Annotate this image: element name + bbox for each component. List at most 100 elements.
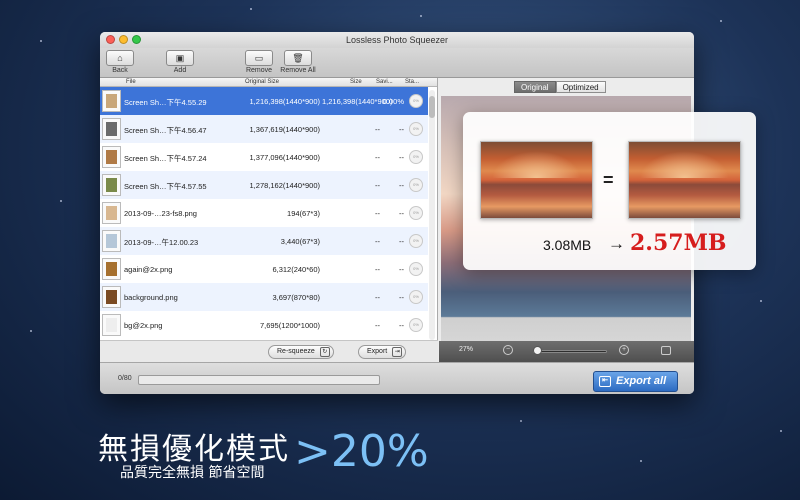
status-indicator: 0% — [409, 318, 423, 332]
close-window-button[interactable] — [106, 35, 115, 44]
table-row[interactable]: Screen Sh…下午4.57.55 1,278,162(1440*900) --… — [100, 171, 428, 199]
thumbnail-image — [106, 94, 117, 108]
table-row[interactable]: bg@2x.png 7,695(1200*1000) -- -- 0% — [100, 311, 428, 339]
status-indicator: 0% — [409, 206, 423, 220]
saving-percent: -- — [399, 321, 404, 330]
compare-overlay: = 3.08MB → 2.57MB — [463, 112, 756, 270]
remove-image-icon: ▭ — [245, 50, 273, 66]
file-name: bg@2x.png — [124, 321, 163, 330]
promo-subline: 品質完全無損 節省空間 — [120, 465, 265, 481]
thumbnail-image — [106, 290, 117, 304]
file-thumbnail — [102, 174, 121, 196]
thumbnail-image — [106, 178, 117, 192]
header-status[interactable]: Sta... — [405, 78, 419, 87]
original-size: 194(67*3) — [287, 209, 320, 218]
new-size: -- — [375, 181, 380, 190]
original-size: 1,377,096(1440*900) — [249, 153, 320, 162]
table-row[interactable]: 2013-09-…23-fs8.png 194(67*3) -- -- 0% — [100, 199, 428, 227]
new-size: -- — [375, 125, 380, 134]
zoom-slider[interactable] — [533, 350, 607, 353]
remove-button[interactable]: ▭ Remove — [239, 50, 279, 74]
zoom-in-icon[interactable]: + — [619, 345, 629, 355]
original-size: 1,367,619(1440*900) — [249, 125, 320, 134]
minimize-window-button[interactable] — [119, 35, 128, 44]
file-list-pane: File Original Size Size Savi... Sta... S… — [100, 78, 438, 362]
resqueeze-button[interactable]: Re-squeeze ↻ — [268, 345, 334, 359]
zoom-out-icon[interactable]: − — [503, 345, 513, 355]
equals-sign: = — [603, 170, 614, 190]
export-all-button[interactable]: ⇤ Export all — [593, 371, 678, 392]
column-headers: File Original Size Size Savi... Sta... — [100, 78, 437, 87]
file-thumbnail — [102, 118, 121, 140]
progress-count: 0/80 — [118, 375, 132, 382]
saving-percent: -- — [399, 181, 404, 190]
resqueeze-label: Re-squeeze — [277, 348, 315, 355]
table-row[interactable]: Screen Sh…下午4.55.29 1,216,398(1440*900) 1,… — [100, 87, 428, 115]
saving-percent: -- — [399, 237, 404, 246]
header-file[interactable]: File — [126, 78, 136, 87]
new-size: -- — [375, 209, 380, 218]
thumbnail-image — [106, 150, 117, 164]
title-bar: Lossless Photo Squeezer — [100, 32, 694, 48]
add-button[interactable]: ▣ Add — [160, 50, 200, 74]
tab-original[interactable]: Original — [514, 81, 556, 93]
new-size: -- — [375, 153, 380, 162]
file-list-footer: Re-squeeze ↻ Export ⇥ — [100, 340, 438, 362]
add-image-icon: ▣ — [166, 50, 194, 66]
refresh-icon: ↻ — [319, 347, 330, 357]
original-size: 1,216,398(1440*900) — [249, 97, 320, 106]
remove-all-label: Remove All — [280, 67, 316, 74]
file-thumbnail — [102, 202, 121, 224]
thumbnail-image — [106, 318, 117, 332]
header-original-size[interactable]: Original Size — [245, 78, 279, 87]
remove-label: Remove — [245, 67, 273, 74]
file-thumbnail — [102, 90, 121, 112]
table-row[interactable]: 2013-09-…午12.00.23 3,440(67*3) -- -- 0% — [100, 227, 428, 255]
remove-all-button[interactable]: 🗑 Remove All — [278, 50, 318, 74]
file-list-scrollbar[interactable] — [429, 90, 435, 340]
table-row[interactable]: again@2x.png 6,312(240*60) -- -- 0% — [100, 255, 428, 283]
file-thumbnail — [102, 286, 121, 308]
file-name: Screen Sh…下午4.55.29 — [124, 98, 207, 107]
zoom-window-button[interactable] — [132, 35, 141, 44]
status-indicator: 0% — [409, 290, 423, 304]
tab-optimized[interactable]: Optimized — [555, 81, 606, 93]
export-label: Export — [367, 348, 388, 355]
new-size: -- — [375, 237, 380, 246]
file-name: Screen Sh…下午4.57.55 — [124, 182, 207, 191]
bottom-bar: 0/80 ⇤ Export all — [100, 362, 694, 394]
add-label: Add — [173, 67, 187, 74]
size-before: 3.08MB — [543, 237, 592, 253]
arrow-right-icon: → — [608, 234, 625, 253]
thumbnail-image — [106, 206, 117, 220]
file-thumbnail — [102, 230, 121, 252]
file-name: 2013-09-…23-fs8.png — [124, 209, 197, 218]
back-button[interactable]: ⌂ Back — [100, 50, 140, 74]
export-all-label: Export all — [616, 375, 667, 387]
status-indicator: 0% — [409, 122, 423, 136]
original-size: 3,440(67*3) — [280, 237, 320, 246]
header-size[interactable]: Size — [350, 78, 362, 87]
home-icon: ⌂ — [106, 50, 134, 66]
header-saving[interactable]: Savi... — [376, 78, 393, 87]
zoom-bar: 27% − + — [439, 341, 694, 362]
trash-icon: 🗑 — [284, 50, 312, 66]
table-row[interactable]: background.png 3,697(870*80) -- -- 0% — [100, 283, 428, 311]
original-size: 7,695(1200*1000) — [259, 321, 320, 330]
table-row[interactable]: Screen Sh…下午4.57.24 1,377,096(1440*900) --… — [100, 143, 428, 171]
export-button[interactable]: Export ⇥ — [358, 345, 407, 359]
status-indicator: 0% — [409, 178, 423, 192]
table-row[interactable]: Screen Sh…下午4.56.47 1,367,619(1440*900) --… — [100, 115, 428, 143]
file-thumbnail — [102, 314, 121, 336]
new-size: 1,216,398(1440*900) — [322, 97, 393, 106]
file-name: 2013-09-…午12.00.23 — [124, 238, 199, 247]
promo-percent: >20% — [294, 426, 429, 477]
saving-percent: -- — [399, 209, 404, 218]
original-size: 3,697(870*80) — [272, 293, 320, 302]
zoom-slider-knob[interactable] — [532, 346, 542, 355]
thumbnail-image — [106, 234, 117, 248]
file-thumbnail — [102, 258, 121, 280]
file-name: background.png — [124, 293, 178, 302]
fit-screen-icon[interactable] — [661, 346, 671, 355]
scroll-thumb[interactable] — [429, 96, 435, 118]
